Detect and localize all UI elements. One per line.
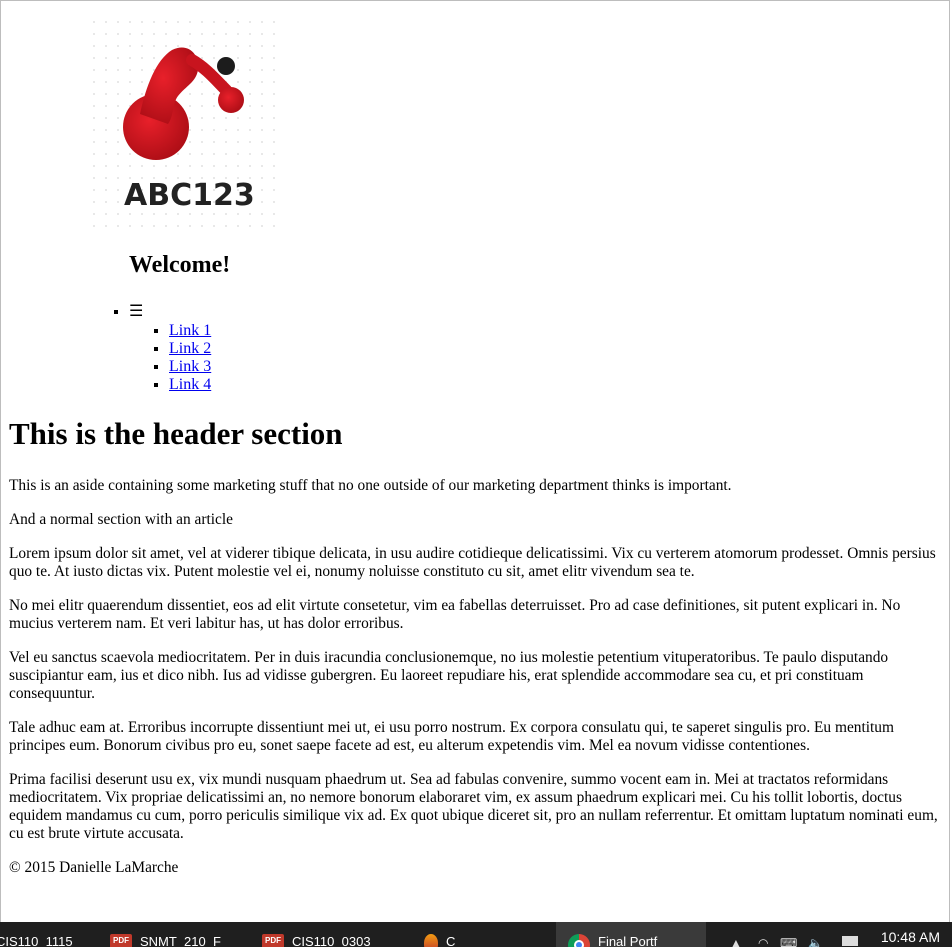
article-paragraph: No mei elitr quaerendum dissentiet, eos … — [9, 597, 901, 632]
logo-text: ABC123 — [124, 178, 255, 213]
taskbar-item-label: CIS110_0303 — [292, 934, 371, 947]
chevron-up-icon[interactable]: ▲ — [730, 936, 742, 947]
abc123-logo: ABC123 — [88, 16, 284, 230]
article-paragraph: Tale adhuc eam at. Erroribus incorrupte … — [9, 719, 894, 754]
menu-toggle-item[interactable]: ☰ Link 1 Link 2 Link 3 Link 4 — [129, 302, 211, 394]
app-icon — [424, 934, 438, 947]
nav-menu: ☰ Link 1 Link 2 Link 3 Link 4 — [129, 302, 211, 394]
article-paragraph: Lorem ipsum dolor sit amet, vel at vider… — [9, 545, 936, 580]
footer-text: © 2015 Danielle LaMarche — [9, 859, 179, 876]
main-content: This is the header section This is an as… — [9, 414, 941, 893]
article-paragraph: Prima facilisi deserunt usu ex, vix mund… — [9, 771, 938, 842]
hamburger-icon[interactable]: ☰ — [129, 303, 143, 320]
welcome-heading: Welcome! — [129, 252, 231, 278]
nav-link-1[interactable]: Link 1 — [169, 322, 211, 339]
chrome-icon — [568, 934, 590, 947]
action-center-icon[interactable] — [842, 936, 858, 946]
nav-link-3[interactable]: Link 3 — [169, 358, 211, 375]
taskbar-item-label: Final Portf — [598, 934, 658, 947]
nav-link-item: Link 1 — [169, 322, 211, 340]
keyboard-icon[interactable]: ⌨ — [780, 936, 797, 947]
logo-mark-icon — [123, 47, 244, 160]
windows-taskbar: CIS110_1115 PDF SNMT_210_F PDF CIS110_03… — [0, 922, 952, 947]
pdf-icon: PDF — [110, 934, 132, 947]
article-paragraph: Vel eu sanctus scaevola mediocritatem. P… — [9, 649, 889, 702]
taskbar-item-cis110-0303[interactable]: PDF CIS110_0303 — [262, 922, 402, 947]
taskbar-item-final-portfolio[interactable]: Final Portf — [556, 922, 706, 947]
section-intro: And a normal section with an article — [9, 511, 233, 528]
aside-text: This is an aside containing some marketi… — [9, 477, 732, 494]
nav-link-4[interactable]: Link 4 — [169, 376, 211, 393]
network-icon[interactable]: ◠ — [758, 936, 768, 947]
pdf-icon: PDF — [262, 934, 284, 947]
nav-link-2[interactable]: Link 2 — [169, 340, 211, 357]
taskbar-item-label: CIS110_1115 — [0, 934, 73, 947]
nav-link-item: Link 2 — [169, 340, 211, 358]
header-title: This is the header section — [9, 416, 343, 451]
taskbar-item-label: SNMT_210_F — [140, 934, 221, 947]
taskbar-clock[interactable]: 10:48 AM — [881, 929, 940, 945]
taskbar-item-label: C — [446, 934, 456, 947]
taskbar-item-snmt[interactable]: PDF SNMT_210_F — [110, 922, 250, 947]
volume-icon[interactable]: 🔈 — [808, 936, 823, 947]
taskbar-item-cis110-1115[interactable]: CIS110_1115 — [0, 922, 100, 947]
nav-link-item: Link 4 — [169, 376, 211, 394]
nav-link-list: Link 1 Link 2 Link 3 Link 4 — [129, 322, 211, 394]
taskbar-item-app[interactable]: C — [424, 922, 544, 947]
nav-link-item: Link 3 — [169, 358, 211, 376]
